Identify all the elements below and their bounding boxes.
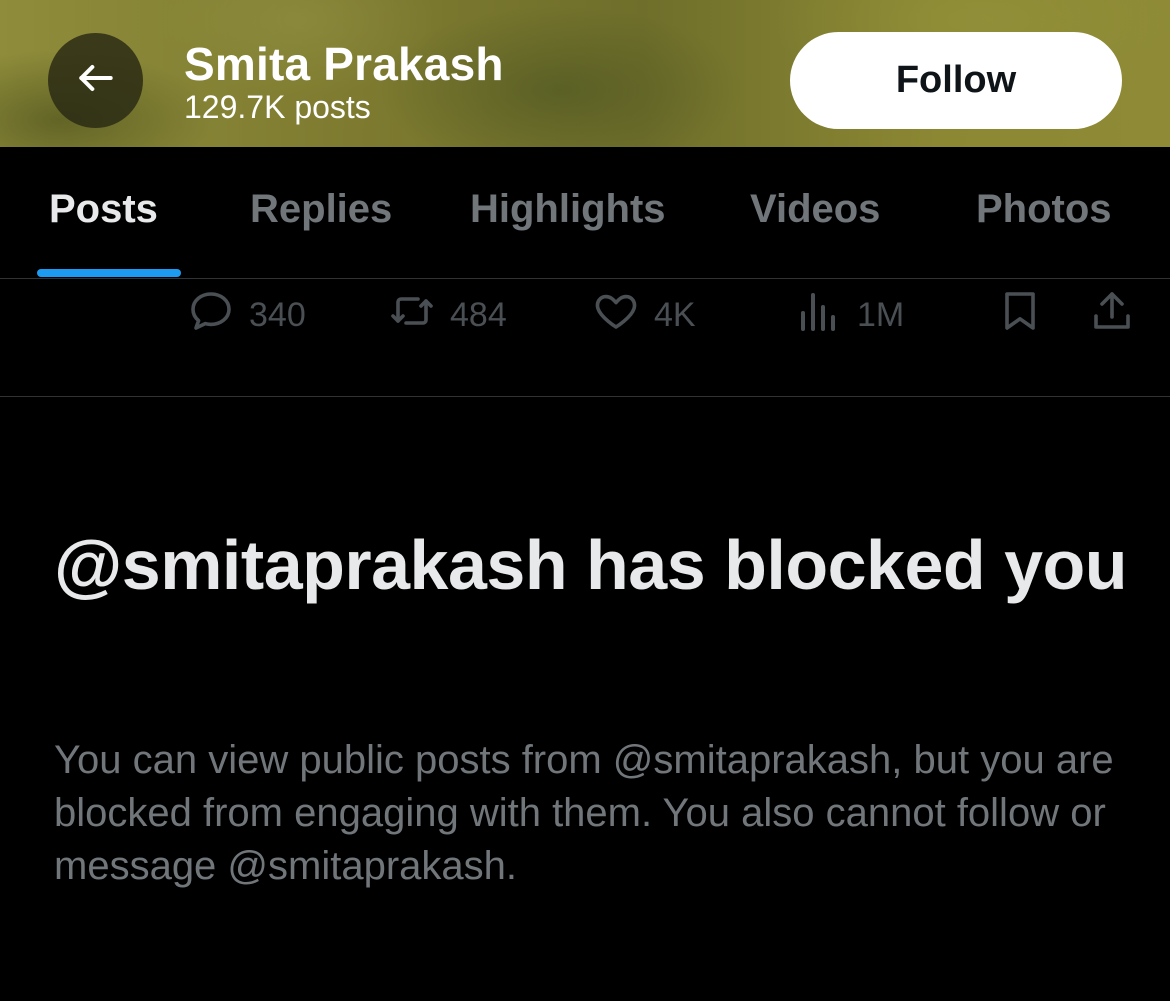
follow-button[interactable]: Follow bbox=[790, 32, 1122, 129]
repost-button[interactable]: 484 bbox=[388, 293, 507, 337]
profile-name: Smita Prakash bbox=[184, 38, 504, 90]
blocked-description: You can view public posts from @smitapra… bbox=[54, 738, 1114, 888]
profile-header-banner: Smita Prakash 129.7K posts Follow bbox=[0, 0, 1170, 147]
active-tab-indicator bbox=[37, 269, 181, 277]
view-count: 1M bbox=[857, 296, 905, 334]
reply-count: 340 bbox=[249, 296, 306, 334]
views-icon bbox=[795, 287, 857, 344]
profile-tabs: Posts Replies Highlights Videos Photos bbox=[0, 147, 1170, 279]
reply-button[interactable]: 340 bbox=[187, 291, 306, 337]
views-button[interactable]: 1M bbox=[795, 292, 905, 337]
back-arrow-icon bbox=[74, 56, 118, 105]
tab-replies[interactable]: Replies bbox=[250, 187, 392, 232]
repost-icon bbox=[388, 287, 450, 344]
post-action-bar: 340 484 4K 1M bbox=[0, 279, 1170, 397]
bookmark-icon bbox=[996, 287, 1058, 344]
tab-videos[interactable]: Videos bbox=[750, 187, 880, 232]
tab-posts[interactable]: Posts bbox=[49, 187, 158, 232]
like-icon bbox=[592, 287, 654, 344]
bookmark-button[interactable] bbox=[996, 291, 1058, 337]
tab-highlights[interactable]: Highlights bbox=[470, 187, 666, 232]
tab-photos[interactable]: Photos bbox=[976, 187, 1112, 232]
repost-count: 484 bbox=[450, 296, 507, 334]
share-icon bbox=[1088, 287, 1150, 344]
like-count: 4K bbox=[654, 296, 696, 334]
reply-icon bbox=[187, 287, 249, 344]
profile-page: Smita Prakash 129.7K posts Follow Posts … bbox=[0, 0, 1170, 1001]
post-count: 129.7K posts bbox=[184, 89, 371, 125]
share-button[interactable] bbox=[1088, 291, 1150, 337]
blocked-title: @smitaprakash has blocked you bbox=[54, 526, 1128, 604]
back-button[interactable] bbox=[48, 33, 143, 128]
like-button[interactable]: 4K bbox=[592, 293, 696, 337]
